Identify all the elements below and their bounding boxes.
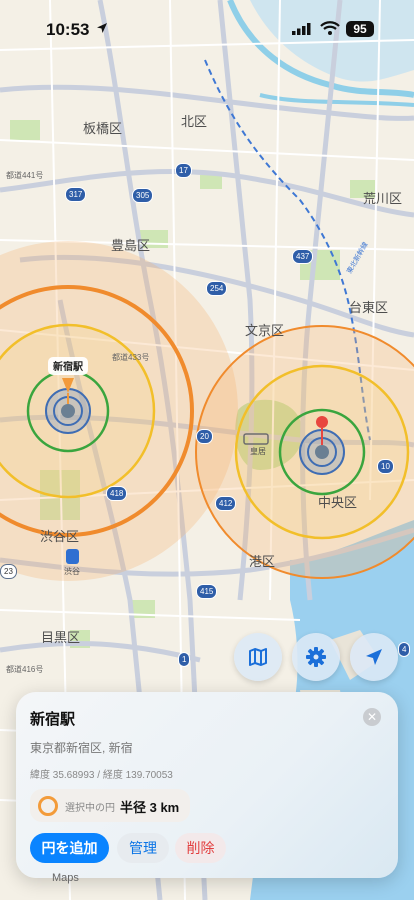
maps-attribution[interactable]: Maps <box>52 872 79 884</box>
route-shield: 412 <box>215 496 237 511</box>
place-label-shibuya-station: 渋谷 <box>64 567 80 576</box>
place-label-itabashi: 板橋区 <box>83 121 123 136</box>
place-coordinates: 緯度 35.68993 / 経度 139.70053 <box>30 770 173 781</box>
route-shield: 254 <box>206 281 228 296</box>
close-icon: ✕ <box>366 710 378 724</box>
delete-button[interactable]: 削除 <box>175 833 226 863</box>
location-services-icon <box>97 23 107 33</box>
place-label-bunkyo: 文京区 <box>245 323 285 338</box>
road-label: 都道433号 <box>112 353 150 362</box>
circle-ring-icon <box>38 796 58 816</box>
place-label-shibuya: 渋谷区 <box>40 529 80 544</box>
map-type-button[interactable] <box>234 633 282 681</box>
close-button[interactable]: ✕ <box>363 708 381 726</box>
gear-icon <box>306 647 326 667</box>
route-shield: 317 <box>65 187 87 202</box>
route-shield: 418 <box>106 486 128 501</box>
route-shield: 17 <box>175 163 192 178</box>
place-title: 新宿駅 <box>30 711 76 728</box>
selected-circle-radius: 半径 3 km <box>120 800 180 815</box>
place-label-kokyo: 皇居 <box>250 447 266 456</box>
station-icon <box>66 549 79 564</box>
cellular-signal-icon <box>292 23 311 35</box>
selected-circle-label: 選択中の円 <box>65 803 115 814</box>
route-shield: 4 <box>398 642 411 657</box>
place-info-card: 新宿駅 ✕ 東京都新宿区, 新宿 緯度 35.68993 / 経度 139.70… <box>16 692 398 878</box>
add-circle-button[interactable]: 円を追加 <box>30 833 109 863</box>
place-address: 東京都新宿区, 新宿 <box>30 741 133 755</box>
map-icon <box>249 648 267 666</box>
road-label: 都道416号 <box>6 665 44 674</box>
current-location-button[interactable] <box>350 633 398 681</box>
place-label-minato: 港区 <box>249 554 276 569</box>
route-shield: 10 <box>377 459 394 474</box>
manage-button[interactable]: 管理 <box>117 833 169 863</box>
wifi-icon <box>320 21 340 35</box>
route-shield: 23 <box>0 564 17 579</box>
selected-circle-chip[interactable]: 選択中の円 半径 3 km <box>30 789 190 822</box>
location-arrow-icon <box>366 649 382 665</box>
place-label-chuo: 中央区 <box>318 495 358 510</box>
route-shield: 1 <box>178 652 191 667</box>
road-label: 都道441号 <box>6 171 44 180</box>
place-label-arakawa: 荒川区 <box>363 191 403 206</box>
place-label-kita: 北区 <box>181 114 208 129</box>
battery-indicator: 95 <box>346 21 374 37</box>
place-label-toshima: 豊島区 <box>111 238 151 253</box>
place-label-taito: 台東区 <box>349 300 389 315</box>
status-time: 10:53 <box>46 20 90 39</box>
route-shield: 415 <box>196 584 218 599</box>
pin-label: 新宿駅 <box>53 360 84 373</box>
settings-button[interactable] <box>292 633 340 681</box>
route-shield: 20 <box>196 429 213 444</box>
route-shield: 437 <box>292 249 314 264</box>
place-label-meguro: 目黒区 <box>41 630 81 645</box>
route-shield: 305 <box>132 188 154 203</box>
status-bar: 10:53 95 <box>0 0 414 48</box>
